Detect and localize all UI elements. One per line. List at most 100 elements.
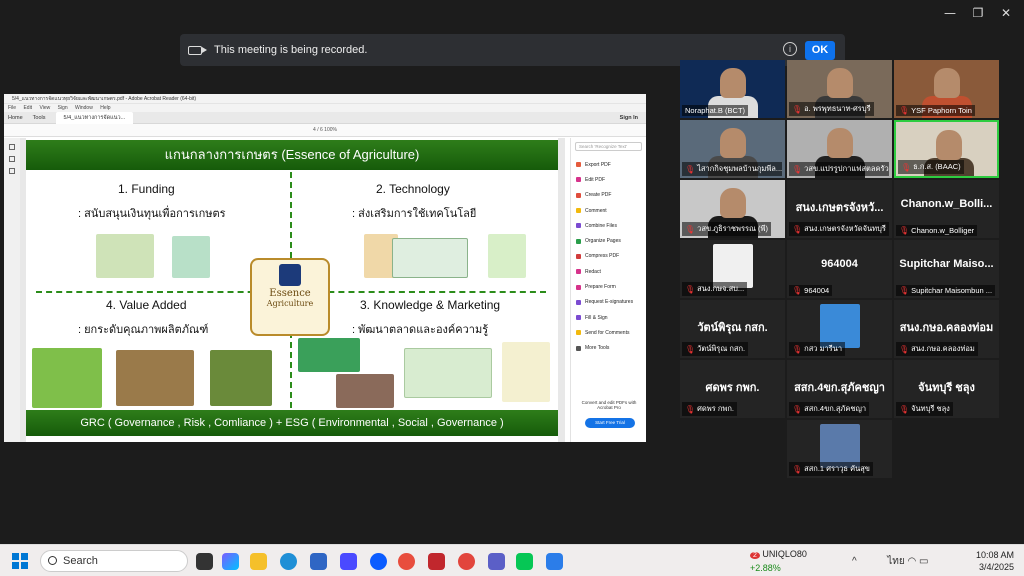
partner-logos <box>502 342 550 402</box>
tool-icon <box>576 299 581 305</box>
menu-file[interactable]: File <box>8 105 16 111</box>
ok-button[interactable]: OK <box>805 41 835 60</box>
tool-item[interactable]: Edit PDF <box>571 172 646 187</box>
restore-icon[interactable]: ❐ <box>968 6 988 20</box>
chevron-up-icon[interactable]: ^ <box>852 556 857 567</box>
battery-icon[interactable]: ▭ <box>919 556 928 567</box>
tool-item[interactable]: Export PDF <box>571 157 646 172</box>
tools-search-input[interactable]: Search 'Recognize Text' <box>575 142 642 151</box>
bookmark-icon[interactable] <box>9 156 15 162</box>
task-view-icon[interactable] <box>196 553 213 570</box>
tool-icon <box>576 223 581 229</box>
participant-tile[interactable]: 🎙 อ. พรพุทธนาท-ศรบุรี <box>787 60 892 118</box>
taskbar-search[interactable]: Search <box>40 550 188 572</box>
q3-subtitle: : ยกระดับคุณภาพผลิตภัณฑ์ <box>78 324 209 336</box>
muted-mic-icon: 🎙 <box>685 404 696 414</box>
acrobat-toolbar[interactable]: 4 / 6 100% <box>4 124 646 137</box>
product-photo-1 <box>32 348 102 408</box>
participant-tile[interactable]: 🎙 สสก.1 ศราวุธ คันสุข <box>787 420 892 478</box>
participant-tile[interactable]: 🎙 วสข.แปรรูปกาแฟสตลครัว... <box>787 120 892 178</box>
wps-icon[interactable] <box>458 553 475 570</box>
menu-window[interactable]: Window <box>75 105 93 111</box>
menu-help[interactable]: Help <box>100 105 110 111</box>
start-free-trial-button[interactable]: Start Free Trial <box>585 418 635 428</box>
sign-in-button[interactable]: Sign In <box>620 115 638 121</box>
muted-mic-icon: 🎙 <box>899 286 910 295</box>
tool-item[interactable]: Compress PDF <box>571 249 646 264</box>
search-icon <box>48 556 57 565</box>
participant-tile[interactable]: 🎙 YSF Paphorn Toin <box>894 60 999 118</box>
participant-tile[interactable]: Noraphat.B (BCT) <box>680 60 785 118</box>
app-icon[interactable] <box>340 553 357 570</box>
edge-icon[interactable] <box>280 553 297 570</box>
tool-item[interactable]: Prepare Form <box>571 279 646 294</box>
q2-heading: 2. Technology <box>376 182 450 196</box>
close-icon[interactable]: ✕ <box>996 6 1016 20</box>
tool-item[interactable]: Create PDF <box>571 188 646 203</box>
participant-tile[interactable]: 🎙 ไสากกิจชุมพลบ้านกุมพีล... <box>680 120 785 178</box>
participant-tile[interactable]: สสก.4ขก.สุภัคชญา 🎙 สสก.4ขก.สุภัคชญา <box>787 360 892 418</box>
recording-camera-icon <box>188 45 207 55</box>
tool-item[interactable]: Redact <box>571 264 646 279</box>
participant-tile[interactable]: 🎙 สนง.กษจ.สบ... <box>680 240 785 298</box>
tool-item[interactable]: Organize Pages <box>571 233 646 248</box>
product-photo-2 <box>116 350 194 406</box>
acrobat-titlebar: 5/4_แนวทางการจัดแนวทุยวิจัยและพัฒนาเกษตร… <box>4 94 646 104</box>
tool-item[interactable]: Fill & Sign <box>571 310 646 325</box>
participant-tile[interactable]: Chanon.w_Bolli... 🎙 Chanon.w_Bolliger <box>894 180 999 238</box>
document-area: แกนกลางการเกษตร (Essence of Agriculture)… <box>20 138 579 442</box>
mcafee-icon[interactable] <box>428 553 445 570</box>
zoom-icon[interactable] <box>370 553 387 570</box>
menu-view[interactable]: View <box>39 105 50 111</box>
tool-item[interactable]: More Tools <box>571 341 646 356</box>
muted-mic-icon: 🎙 <box>899 226 910 235</box>
tab-home[interactable]: Home <box>8 115 23 121</box>
chrome-icon[interactable] <box>398 553 415 570</box>
wifi-icon[interactable]: ◠ <box>908 556 917 567</box>
participant-tile[interactable]: สนง.กษอ.คลองท่อม 🎙 สนง.กษอ.คลองท่อม <box>894 300 999 358</box>
q3-heading: 4. Value Added <box>106 298 187 312</box>
teams-icon[interactable] <box>488 553 505 570</box>
system-tray[interactable]: ^ ไทย ◠ ▭ <box>852 554 929 569</box>
tool-icon <box>576 177 581 183</box>
app-icon-2[interactable] <box>546 553 563 570</box>
info-icon[interactable]: i <box>783 42 797 56</box>
tool-item[interactable]: Send for Comments <box>571 325 646 340</box>
participant-name-label: 🎙 อ. พรพุทธนาท-ศรบุรี <box>789 102 874 116</box>
line-icon[interactable] <box>516 553 533 570</box>
store-icon[interactable] <box>310 553 327 570</box>
participant-tile[interactable]: 🎙 วสข.ภูธิราชพรรณ (พี) <box>680 180 785 238</box>
tool-item[interactable]: Request E-signatures <box>571 295 646 310</box>
acrobat-tabbar: Home Tools 5/4_แนวทางการจัดแนว... Sign I… <box>4 111 646 124</box>
tool-item[interactable]: Comment <box>571 203 646 218</box>
participant-tile[interactable]: จันทบุรี ชลุง 🎙 จันทบุรี ชลุง <box>894 360 999 418</box>
participant-tile[interactable]: ศดพร กพก. 🎙 ศดพร กพก. <box>680 360 785 418</box>
participant-tile[interactable]: Supitchar Maiso... 🎙 Supitchar Maisombun .… <box>894 240 999 298</box>
windows-start-icon[interactable] <box>12 553 28 569</box>
tool-item[interactable]: Combine Files <box>571 218 646 233</box>
participant-tile[interactable]: 🎙 ธ.ก.ส. (BAAC) <box>894 120 999 178</box>
participant-tile[interactable]: 🎙 กสว มารีนา <box>787 300 892 358</box>
file-explorer-icon[interactable] <box>250 553 267 570</box>
participant-tile[interactable]: สนง.เกษตรจังหวั... 🎙 สนง.เกษตรจังหวัดจันทบ… <box>787 180 892 238</box>
copilot-icon[interactable] <box>222 553 239 570</box>
minimize-icon[interactable]: — <box>940 6 960 20</box>
stock-widget[interactable]: 2 UNIQLO80 +2.88% <box>750 548 807 574</box>
q2-subtitle: : ส่งเสริมการใช้เทคโนโลยี <box>352 208 477 220</box>
acrobat-left-rail <box>4 138 20 442</box>
tab-tools[interactable]: Tools <box>33 115 46 121</box>
q4-subtitle: : พัฒนาตลาดและองค์ความรู้ <box>352 324 489 336</box>
tab-document[interactable]: 5/4_แนวทางการจัดแนว... <box>55 111 134 124</box>
language-indicator[interactable]: ไทย <box>887 556 904 567</box>
attachment-icon[interactable] <box>9 168 15 174</box>
menu-sign[interactable]: Sign <box>58 105 68 111</box>
participant-video <box>720 68 746 98</box>
clock[interactable]: 10:08 AM 3/4/2025 <box>974 549 1014 573</box>
participant-tile[interactable]: 964004 🎙 964004 <box>787 240 892 298</box>
participant-tile[interactable]: วัตน์พิรุณ กสก. 🎙 วัตน์พิรุณ กสก. <box>680 300 785 358</box>
notification-badge: 2 <box>750 552 760 559</box>
pages-icon[interactable] <box>9 144 15 150</box>
participant-display-name: สนง.กษอ.คลองท่อม <box>899 322 994 334</box>
muted-mic-icon: 🎙 <box>899 344 910 354</box>
menu-edit[interactable]: Edit <box>23 105 32 111</box>
